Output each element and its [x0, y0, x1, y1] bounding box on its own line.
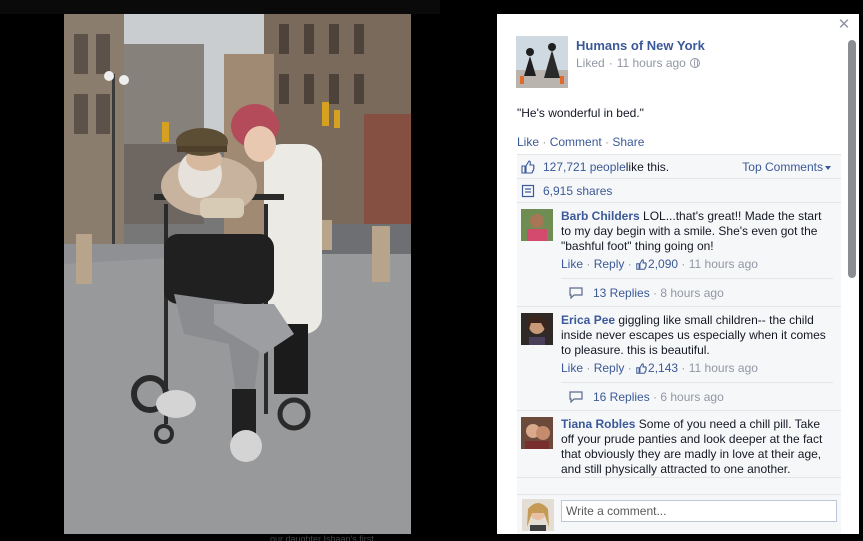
- comment-time[interactable]: 11 hours ago: [689, 360, 758, 376]
- like-thumb-icon: [521, 159, 535, 174]
- like-link[interactable]: Like: [517, 135, 539, 149]
- comment-text: Tiana Robles Some of you need a chill pi…: [561, 417, 831, 477]
- comment-like-link[interactable]: Like: [561, 256, 583, 272]
- comment-text: Barb Childers LOL...that's great!! Made …: [561, 209, 831, 254]
- meta-separator: ·: [608, 56, 613, 70]
- replies-row: 16 Replies · 6 hours ago: [561, 382, 833, 410]
- comments-list: Barb Childers LOL...that's great!! Made …: [517, 203, 841, 494]
- photo-viewer: our daughter Ishaan's first ✕ Humans of …: [0, 0, 863, 541]
- close-icon[interactable]: ✕: [837, 17, 851, 32]
- avatar-image: [521, 209, 553, 241]
- comment-composer: [517, 494, 841, 534]
- liked-status: Liked: [576, 56, 605, 70]
- avatar-image: [522, 499, 554, 531]
- caret-down-icon: [825, 165, 831, 170]
- comment-reply-link[interactable]: Reply: [594, 256, 625, 272]
- comment-like-count[interactable]: 2,090: [648, 256, 678, 272]
- feedback-summary: 127,721 people like this. Top Comments 6…: [517, 154, 841, 203]
- top-comments-label: Top Comments: [742, 160, 823, 174]
- comment-meta: Like · Reply · 2,090 · 11 hours ago: [561, 256, 758, 272]
- background-text: our daughter Ishaan's first: [270, 534, 374, 541]
- page-name-link[interactable]: Humans of New York: [576, 38, 705, 53]
- like-thumb-icon: [636, 258, 647, 270]
- commenter-avatar[interactable]: [521, 417, 553, 449]
- shares-link[interactable]: 6,915 shares: [543, 184, 612, 198]
- action-separator: ·: [539, 135, 550, 149]
- comment-link[interactable]: Comment: [550, 135, 602, 149]
- comment-meta: Like · Reply · 2,143 · 11 hours ago: [561, 360, 758, 376]
- comment-reply-link[interactable]: Reply: [594, 360, 625, 376]
- reply-bubble-icon: [569, 390, 583, 403]
- comment-input[interactable]: [561, 500, 837, 522]
- post-side-panel: ✕ Humans of New York Liked · 11 hours ag…: [497, 14, 859, 534]
- post-time[interactable]: 11 hours ago: [617, 56, 686, 70]
- commenter-avatar[interactable]: [521, 209, 553, 241]
- comment-author-link[interactable]: Barb Childers: [561, 209, 640, 223]
- post-photo[interactable]: [64, 14, 411, 534]
- page-profile-picture[interactable]: [516, 36, 568, 88]
- likes-row: 127,721 people like this. Top Comments: [517, 155, 841, 179]
- share-icon: [521, 184, 535, 197]
- replies-time: 8 hours ago: [660, 285, 724, 300]
- globe-icon[interactable]: [689, 58, 700, 68]
- page-info: Humans of New York Liked · 11 hours ago: [576, 38, 705, 88]
- replies-link[interactable]: 16 Replies: [593, 390, 650, 404]
- post-meta: Liked · 11 hours ago: [576, 56, 705, 70]
- avatar-image: [521, 417, 553, 449]
- share-link[interactable]: Share: [612, 135, 644, 149]
- comment-author-link[interactable]: Erica Pee: [561, 313, 615, 327]
- replies-link[interactable]: 13 Replies: [593, 286, 650, 300]
- reply-bubble-icon: [569, 286, 583, 299]
- like-thumb-icon: [636, 362, 647, 374]
- panel-scrollbar[interactable]: [848, 40, 856, 278]
- comment-time[interactable]: 11 hours ago: [689, 256, 758, 272]
- comment-like-count[interactable]: 2,143: [648, 360, 678, 376]
- commenter-avatar[interactable]: [521, 313, 553, 345]
- photo-image: [64, 14, 411, 534]
- post-actions: Like · Comment · Share: [517, 135, 644, 149]
- comment-author-link[interactable]: Tiana Robles: [561, 417, 635, 431]
- comment-item: Erica Pee giggling like small children--…: [517, 307, 841, 411]
- action-separator: ·: [601, 135, 613, 149]
- comment-item: Barb Childers LOL...that's great!! Made …: [517, 203, 841, 307]
- comment-like-link[interactable]: Like: [561, 360, 583, 376]
- comment-text: Erica Pee giggling like small children--…: [561, 313, 831, 358]
- replies-row: 13 Replies · 8 hours ago: [561, 278, 833, 306]
- likes-suffix: like this.: [625, 159, 670, 174]
- comment-item: Tiana Robles Some of you need a chill pi…: [517, 411, 841, 478]
- post-header: Humans of New York Liked · 11 hours ago: [516, 36, 705, 88]
- post-caption: "He's wonderful in bed.": [517, 106, 644, 120]
- profile-image: [516, 36, 568, 88]
- likes-count-link[interactable]: 127,721 people: [543, 160, 626, 174]
- current-user-avatar: [522, 499, 554, 531]
- replies-time: 6 hours ago: [660, 389, 724, 404]
- shares-row: 6,915 shares: [517, 179, 841, 203]
- avatar-image: [521, 313, 553, 345]
- background-strip: [0, 0, 440, 14]
- top-comments-dropdown[interactable]: Top Comments: [742, 160, 831, 174]
